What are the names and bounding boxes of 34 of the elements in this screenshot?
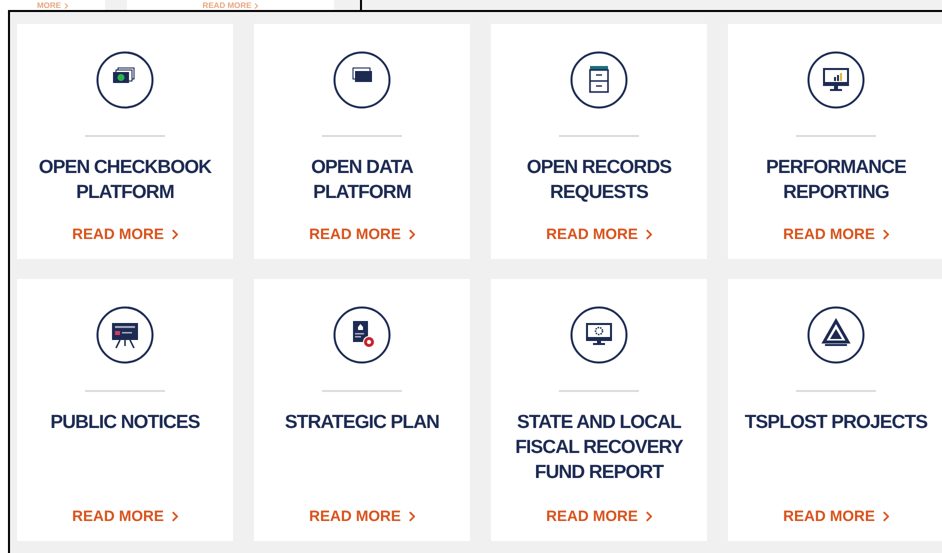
chevron-icon <box>644 229 652 240</box>
monitor-gear-icon <box>570 306 628 364</box>
card-title: OPEN CHECKBOOK PLATFORM <box>38 156 213 205</box>
file-cabinet-icon <box>570 51 628 109</box>
chevron-icon <box>254 2 258 8</box>
read-more-link[interactable]: READ MORE <box>309 226 415 243</box>
monitor-chart-icon <box>807 51 865 109</box>
read-more-link[interactable]: READ MORE <box>546 226 652 243</box>
presentation-board-icon <box>96 306 154 364</box>
read-more-link[interactable]: READ MORE <box>72 508 178 525</box>
chevron-icon <box>408 229 415 240</box>
stacked-cards-icon <box>333 51 391 109</box>
document-badge-icon <box>333 306 391 364</box>
card-title: PUBLIC NOTICES <box>50 411 200 435</box>
triangle-logo-icon <box>807 306 865 364</box>
card-title: STRATEGIC PLAN <box>284 411 440 435</box>
card-title: PERFORMANCE REPORTING <box>764 156 908 205</box>
chevron-icon <box>644 511 652 522</box>
chevron-icon <box>408 511 415 522</box>
card-title: STATE AND LOCAL FISCAL RECOVERY FUND REPORT <box>514 411 684 485</box>
card-title: OPEN DATA PLATFORM <box>310 156 414 205</box>
chevron-icon <box>170 511 178 522</box>
read-more-link[interactable]: READ MORE <box>783 226 889 243</box>
chevron-icon <box>170 229 178 240</box>
read-more-link[interactable]: READ MORE <box>546 508 652 525</box>
read-more-link[interactable]: READ MORE <box>309 508 415 525</box>
chevron-icon <box>64 2 68 8</box>
read-more-link[interactable]: READ MORE <box>72 226 178 243</box>
chevron-icon <box>882 229 889 240</box>
money-check-icon <box>96 51 154 109</box>
card-title: TSPLOST PROJECTS <box>744 411 928 435</box>
read-more-link[interactable]: READ MORE <box>783 508 889 525</box>
card-title: OPEN RECORDS REQUESTS <box>526 156 672 205</box>
chevron-icon <box>882 511 889 522</box>
